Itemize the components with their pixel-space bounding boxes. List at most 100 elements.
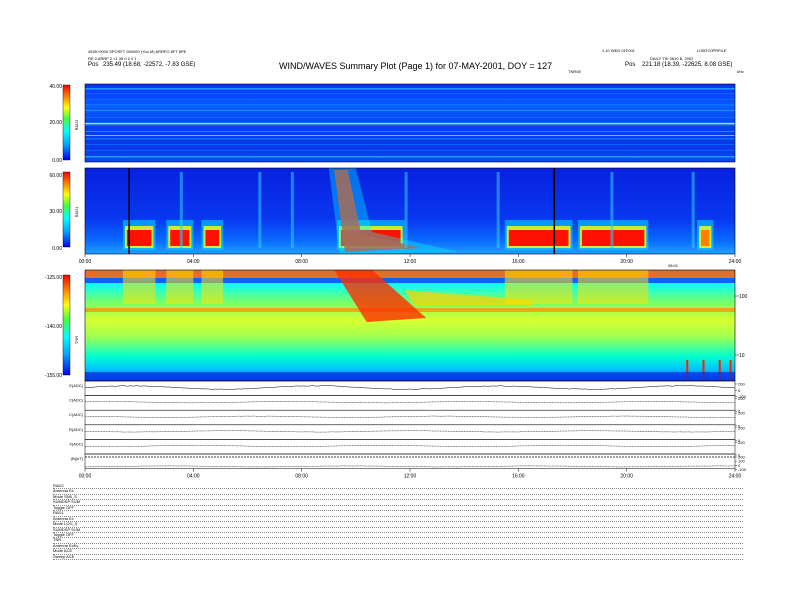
footer-text: Antenna Ex	[53, 515, 74, 521]
burst-core	[126, 230, 152, 246]
rad2-line	[85, 156, 735, 158]
hk-xtick-label: 12:00	[404, 474, 417, 480]
rad1-xtick-label: 08:00	[295, 259, 308, 265]
rad2-ylabel: RAD2	[74, 119, 79, 130]
rad1-burst	[697, 220, 714, 250]
rad1-xtick-label: 00:00	[79, 259, 92, 265]
hk-panel: E(ADC) 2000-200	[69, 380, 747, 399]
footer-text: RAD2	[53, 483, 64, 488]
rad2-line	[85, 93, 735, 94]
tnr-right-tick-100: 100	[739, 294, 748, 300]
rad1-colorbar	[62, 171, 71, 248]
hk-xtick-label: 16:00	[512, 474, 525, 480]
burst-core	[701, 230, 710, 246]
rad1-ytick-mid: 30.00	[49, 209, 62, 215]
rad1-streak	[496, 172, 500, 248]
hk-xtick-label: 24:00	[729, 474, 742, 480]
rad2-colorbar	[62, 84, 71, 161]
rad2-line	[85, 88, 735, 90]
rad1-xtick-label: 16:00	[512, 259, 525, 265]
rad2-line	[85, 99, 735, 100]
rad2-line	[85, 135, 735, 136]
hk-series-label: C(ADC)	[69, 398, 84, 403]
tnr-ytick-mid: -140.00	[45, 324, 62, 330]
hk-right-tick: 200	[738, 440, 745, 445]
burst-core	[205, 230, 220, 246]
hk-panel: R(ADC) 2000	[69, 424, 745, 443]
housekeeping-xaxis: 00:00 04:00 08:00 12:00 16:00 20:00 24:00	[79, 468, 742, 480]
footer-row: Sweep ACE	[53, 553, 743, 561]
rad2-line	[85, 144, 735, 145]
hk-panel: X(ADC) 2000	[69, 439, 745, 458]
hk-right-tick: -100	[738, 467, 747, 472]
housekeeping-panels: E(ADC) 2000-200C(ADC) 2000C(ADC) 2000R(ADC)…	[69, 380, 747, 472]
hk-panel-frame	[84, 409, 736, 426]
tnr-top-right-label: 08:01	[668, 263, 679, 268]
rad2-line	[85, 131, 735, 132]
tnr-ytick-bottom: -155.00	[45, 373, 62, 379]
footer-text: Toggle OFF	[53, 531, 74, 537]
hk-panel-frame	[84, 439, 736, 455]
footer-text: RAD1	[53, 510, 64, 516]
hk-series-label: |B|(nT)	[71, 456, 84, 461]
rad2-line	[85, 104, 735, 106]
tnr-event	[122, 270, 156, 304]
footer-text: Toggle OFF	[53, 504, 74, 510]
rad1-burst	[201, 220, 224, 250]
burst-core	[170, 230, 190, 246]
tnr-colorbar	[62, 274, 71, 376]
tnr-ylabel: TNR	[74, 336, 79, 344]
tnr-event	[201, 270, 224, 304]
rad1-streak	[610, 172, 614, 248]
tnr-bottom-band	[85, 372, 735, 381]
hk-trace	[84, 385, 736, 390]
rad1-xtick-label: 04:00	[187, 259, 200, 265]
footer-text: Antenna ExEy	[53, 542, 79, 548]
rad1-streak	[258, 172, 262, 248]
hk-series-label: C(ADC)	[69, 412, 84, 417]
tnr-event	[577, 270, 649, 304]
footer-text: Mode SN5_S	[53, 493, 77, 499]
rad2-line	[85, 110, 735, 111]
hk-xtick-label: 08:00	[295, 474, 308, 480]
rad1-streak	[290, 172, 294, 248]
footer-text: SUMDSP SUM	[53, 526, 81, 532]
footer-text: Mode ACE	[53, 548, 73, 554]
footer-text: TNR	[53, 537, 62, 543]
hk-trace	[85, 444, 736, 448]
hk-xtick-label: 00:00	[79, 474, 92, 480]
rad2-line	[85, 117, 735, 118]
hk-trace	[84, 415, 735, 418]
tnr-ytick-top: -125.00	[45, 275, 62, 281]
rad2-line	[85, 125, 735, 126]
tnr-event	[166, 270, 194, 304]
hk-trace	[85, 430, 736, 433]
hk-right-tick: 200	[738, 382, 745, 387]
rad2-ytick-bottom: 0.00	[52, 158, 62, 164]
footer-settings: RAD2 Antenna Ex Mode SN5_S SUMDSP SUM Toggle…	[53, 483, 743, 561]
burst-core	[508, 230, 569, 246]
hk-panel-frame	[84, 380, 736, 396]
rad1-burst	[504, 220, 573, 250]
rad1-ylabel: RAD1	[74, 206, 79, 217]
footer-text: Sweep ACE	[53, 553, 75, 559]
rad1-xaxis: 00:00 04:00 08:00 12:00 16:00 20:00 24:00	[79, 254, 741, 265]
rad1-gap	[128, 168, 130, 254]
hk-right-tick: 200	[738, 425, 745, 430]
hk-xtick-label: 04:00	[187, 474, 200, 480]
rad2-ytick-mid: 20.00	[49, 120, 62, 126]
rad1-burst	[122, 220, 156, 250]
tnr-right-tick-10: 10	[739, 353, 745, 359]
hk-trace	[85, 401, 736, 404]
footer-text: Antenna Ex	[53, 488, 74, 494]
footer-text: SUMDSP SUM	[53, 499, 81, 505]
hk-panel: |B|(nT) 2001000-100	[71, 453, 747, 472]
hk-panel: C(ADC) 2000	[69, 409, 745, 428]
rad2-ytick-top: 40.00	[49, 84, 62, 90]
hk-panel-frame	[84, 395, 736, 411]
footer-text: Mode LOG_S	[53, 521, 78, 527]
hk-panel-frame	[84, 424, 736, 440]
tnr-event	[504, 270, 573, 304]
rad1-burst	[166, 220, 194, 250]
hk-right-tick: 200	[738, 411, 745, 416]
